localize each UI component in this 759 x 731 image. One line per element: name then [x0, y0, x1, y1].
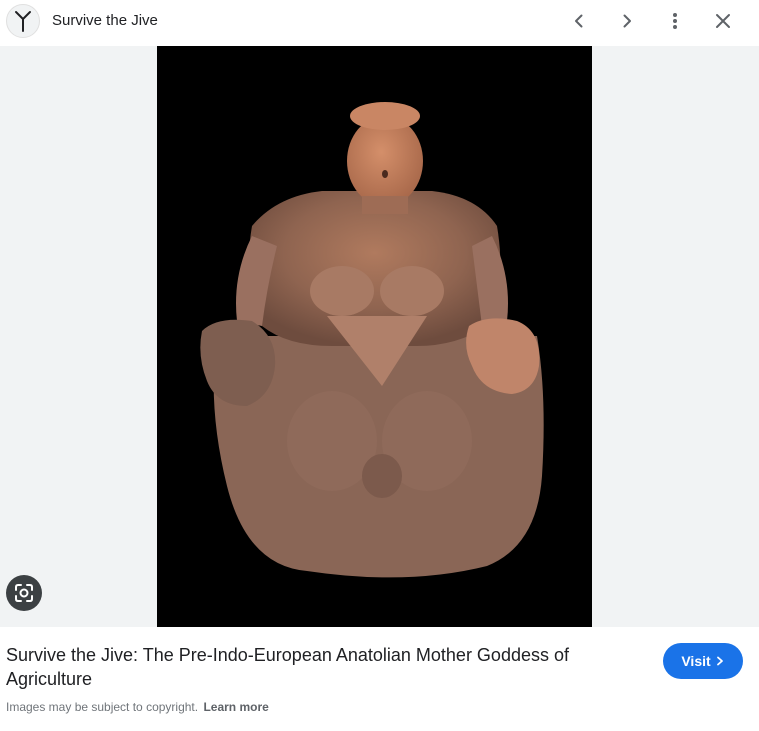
copyright-notice: Images may be subject to copyright. Lear…: [6, 700, 269, 714]
previous-button[interactable]: [564, 6, 594, 36]
chevron-right-icon: [716, 656, 723, 666]
trident-icon: [15, 11, 31, 32]
preview-image[interactable]: [157, 46, 592, 627]
site-favicon[interactable]: [6, 4, 40, 38]
next-button[interactable]: [612, 6, 642, 36]
viewer-header: Survive the Jive: [0, 0, 759, 46]
visit-button[interactable]: Visit: [663, 643, 743, 679]
chevron-left-icon: [575, 14, 583, 28]
visit-label: Visit: [681, 653, 711, 669]
chevron-right-icon: [623, 14, 631, 28]
copyright-text: Images may be subject to copyright.: [6, 700, 199, 714]
google-lens-button[interactable]: [6, 575, 42, 611]
image-title[interactable]: Survive the Jive: The Pre-Indo-European …: [6, 643, 606, 691]
site-name[interactable]: Survive the Jive: [52, 12, 158, 29]
close-button[interactable]: [708, 6, 738, 36]
close-icon: [716, 14, 730, 28]
learn-more-link[interactable]: Learn more: [203, 700, 268, 714]
google-lens-icon: [15, 584, 33, 602]
more-vert-icon: [673, 13, 677, 29]
image-preview-area: [0, 46, 759, 627]
goddess-figurine-image: [157, 46, 592, 627]
more-options-button[interactable]: [660, 6, 690, 36]
